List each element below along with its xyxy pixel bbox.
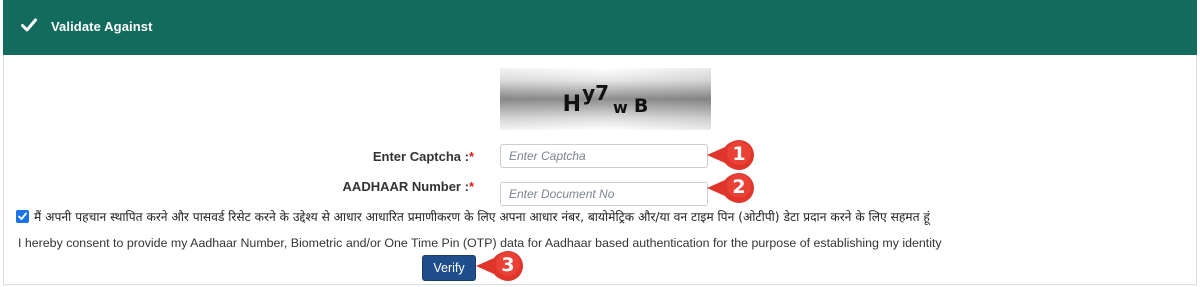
captcha-char-sup: y7 — [582, 81, 610, 105]
captcha-label-text: Enter Captcha : — [372, 149, 469, 164]
annotation-number: 1 — [732, 143, 746, 165]
captcha-text: Hy7 w B — [500, 68, 711, 130]
consent-checkbox[interactable] — [16, 210, 29, 223]
aadhaar-label: AADHAAR Number :* — [330, 179, 474, 194]
panel-header: Validate Against — [3, 0, 1197, 55]
annotation-number: 3 — [501, 254, 515, 276]
captcha-char-main: H — [562, 92, 583, 117]
annotation-marker-2: 2 — [705, 171, 765, 205]
annotation-marker-1: 1 — [705, 138, 765, 172]
required-marker: * — [468, 179, 474, 194]
consent-row: मैं अपनी पहचान स्थापित करने और पासवर्ड र… — [16, 208, 930, 225]
panel-title: Validate Against — [51, 19, 153, 34]
aadhaar-input[interactable] — [500, 182, 708, 206]
verify-button[interactable]: Verify — [422, 255, 476, 281]
aadhaar-label-text: AADHAAR Number : — [342, 179, 469, 194]
annotation-marker-3: 3 — [474, 249, 534, 283]
captcha-image: Hy7 w B — [500, 68, 711, 130]
consent-english-text: I hereby consent to provide my Aadhaar N… — [18, 236, 942, 250]
required-marker: * — [468, 149, 474, 164]
captcha-input[interactable] — [500, 144, 708, 168]
captcha-char-end: B — [633, 95, 649, 117]
checkmark-icon — [21, 17, 43, 37]
annotation-number: 2 — [732, 176, 746, 198]
consent-hindi-text: मैं अपनी पहचान स्थापित करने और पासवर्ड र… — [34, 210, 930, 224]
captcha-char-small: w — [613, 98, 628, 117]
captcha-label: Enter Captcha :* — [360, 149, 474, 164]
